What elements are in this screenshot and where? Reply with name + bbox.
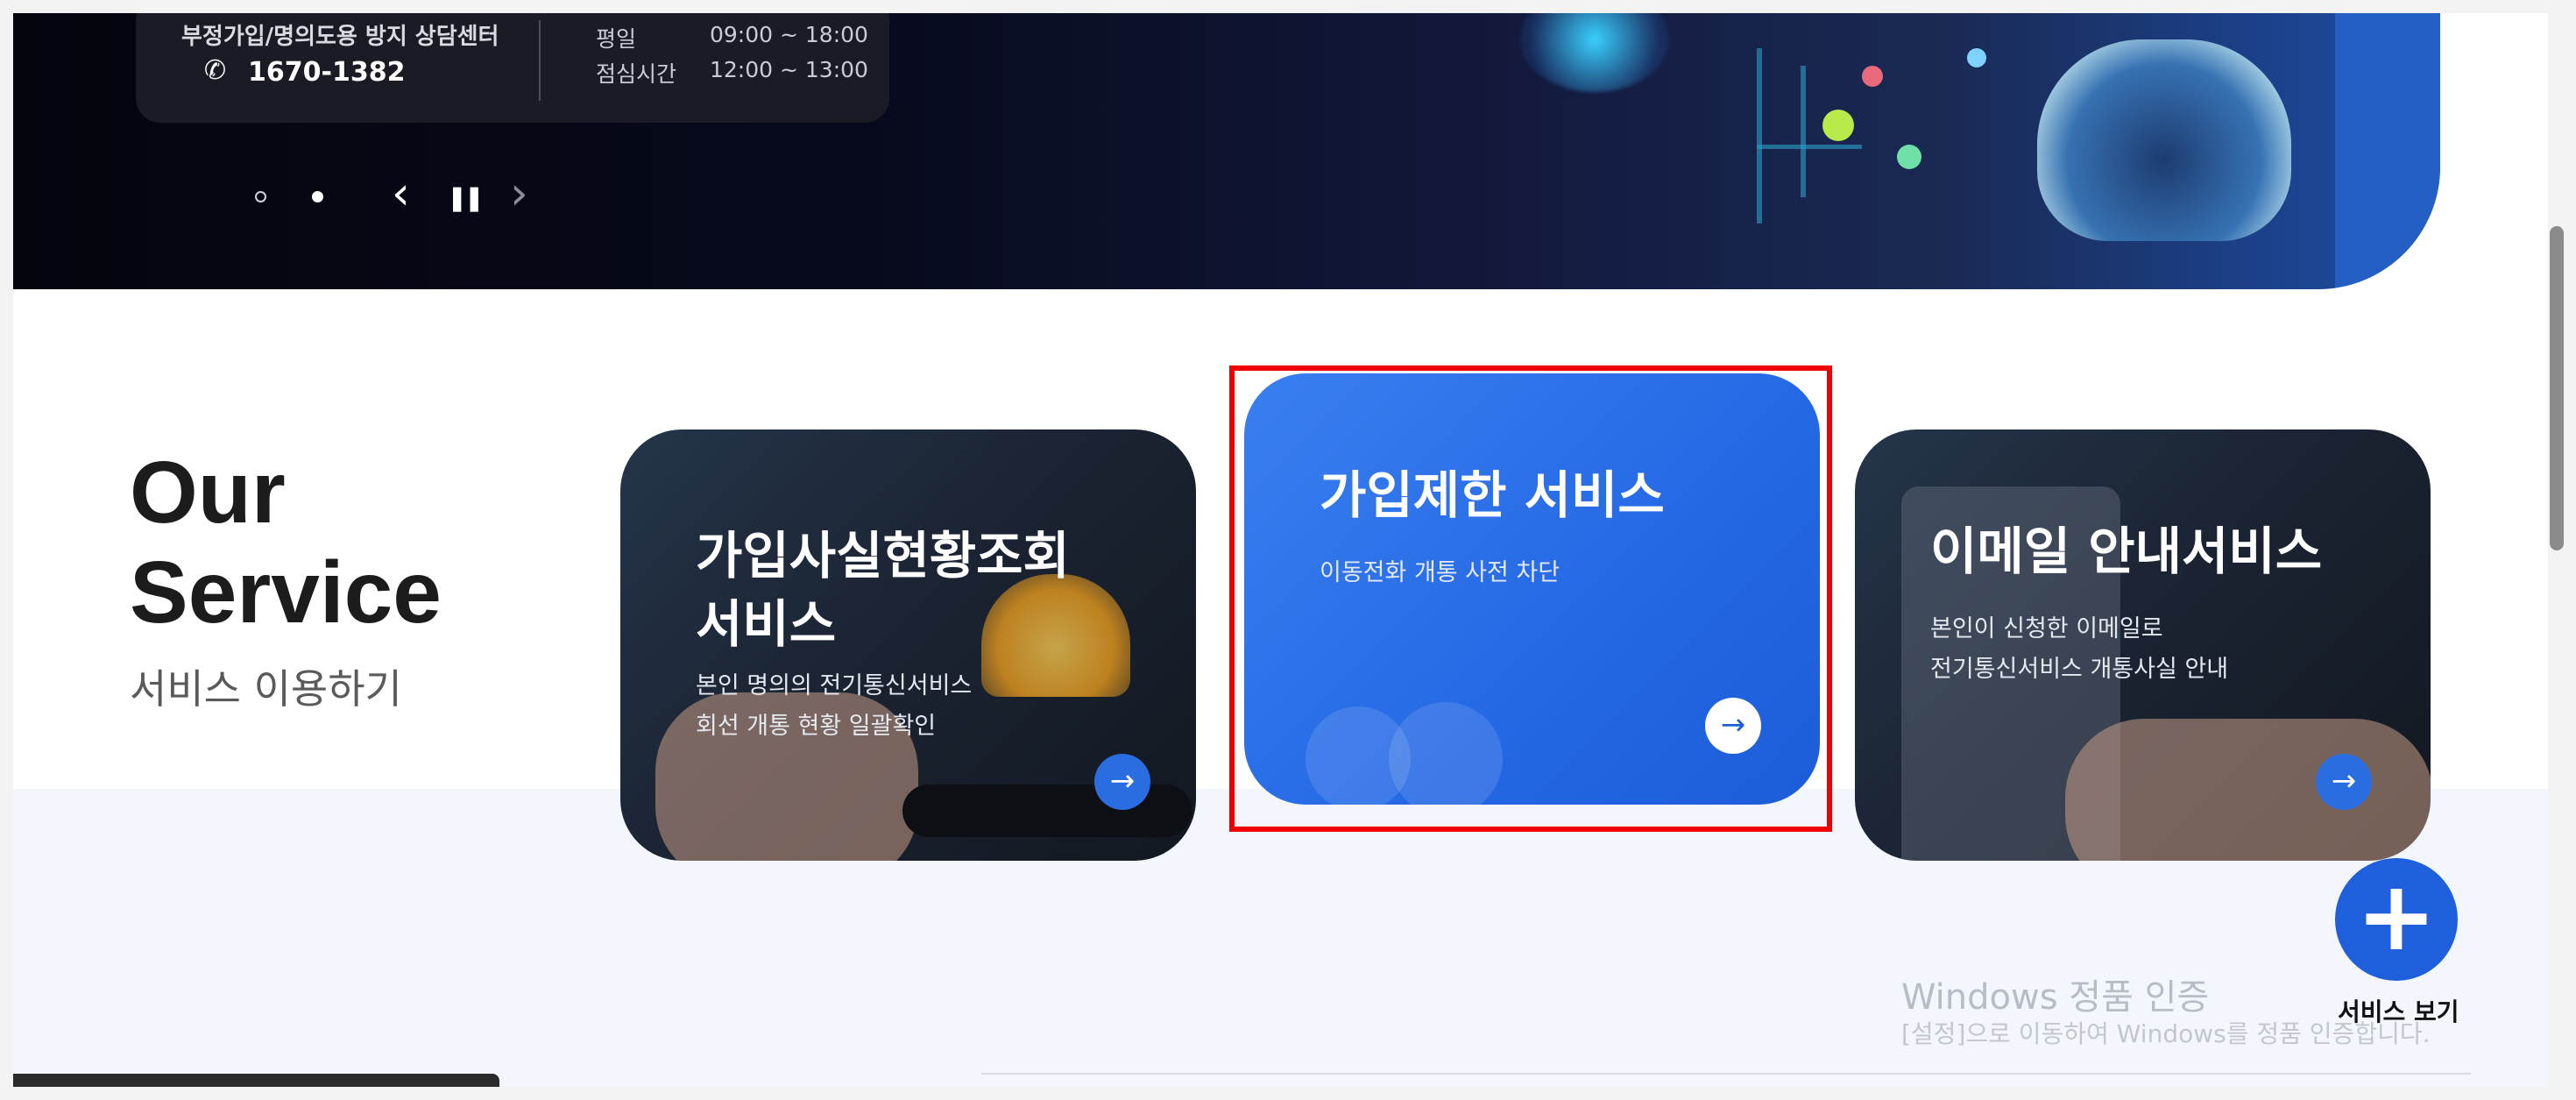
circuit-line	[1757, 145, 1862, 149]
contact-divider	[539, 20, 541, 101]
carousel-next-icon[interactable]: ›	[510, 167, 528, 220]
section-title-line1: Our	[130, 444, 286, 542]
window-frame-bottom	[0, 1087, 2576, 1100]
view-services-button[interactable]: +	[2335, 858, 2458, 981]
weekday-label: 평일	[596, 26, 637, 52]
arrow-right-icon[interactable]: →	[1094, 754, 1150, 810]
section-title: Our Service	[130, 443, 442, 642]
carousel-dot-1[interactable]	[255, 191, 266, 202]
window-frame-left	[0, 0, 13, 1100]
carousel-prev-icon[interactable]: ‹	[392, 167, 410, 220]
card-desc-line1: 본인이 신청한 이메일로	[1930, 615, 2163, 642]
section-subtitle: 서비스 이용하기	[130, 665, 402, 713]
card-desc-line2: 회선 개통 현황 일괄확인	[696, 713, 937, 740]
page: 부정가입/명의도용 방지 상담센터 ✆ 1670-1382 평일 09:00 ~…	[13, 13, 2548, 1087]
card-desc-line1: 본인 명의의 전기통신서비스	[696, 672, 973, 699]
window-frame-top	[0, 0, 2576, 13]
weekday-hours: 09:00 ~ 18:00	[710, 22, 868, 47]
circuit-node	[1897, 145, 1921, 169]
lunch-hours: 12:00 ~ 13:00	[710, 57, 868, 82]
cloud-graphic	[2037, 39, 2291, 241]
card-title: 이메일 안내서비스	[1930, 522, 2323, 581]
hero-banner: 부정가입/명의도용 방지 상담센터 ✆ 1670-1382 평일 09:00 ~…	[13, 13, 2440, 289]
card-title: 가입사실현황조회 서비스	[696, 522, 1070, 658]
footer-divider	[981, 1073, 2471, 1075]
plus-icon: +	[2355, 860, 2438, 972]
phone-icon: ✆	[204, 55, 227, 86]
circuit-line	[1757, 48, 1762, 224]
hero-accent-edge	[2335, 13, 2440, 289]
status-bar-tooltip	[13, 1074, 499, 1087]
carousel-dot-2[interactable]	[312, 191, 323, 202]
circuit-node	[1822, 110, 1854, 141]
windows-activation-text: [설정]으로 이동하여 Windows를 정품 인증합니다.	[1901, 1019, 2431, 1048]
lunch-label: 점심시간	[596, 61, 677, 87]
card-title-line2: 서비스	[696, 594, 837, 654]
carousel-pause-icon[interactable]: ❚❚	[447, 183, 485, 212]
contact-title: 부정가입/명의도용 방지 상담센터	[181, 24, 499, 50]
windows-activation-title: Windows 정품 인증	[1901, 977, 2210, 1018]
section-title-line2: Service	[130, 543, 442, 642]
circuit-node	[1862, 66, 1883, 87]
arrow-right-icon[interactable]: →	[2316, 754, 2372, 810]
hand-graphic	[2065, 719, 2431, 861]
service-card-email-notification[interactable]: 이메일 안내서비스 본인이 신청한 이메일로 전기통신서비스 개통사실 안내 →	[1855, 429, 2431, 861]
card-title-line1: 가입사실현황조회	[696, 526, 1070, 585]
circuit-line	[1801, 66, 1806, 197]
circuit-node	[1967, 48, 1986, 67]
vertical-scrollbar[interactable]	[2548, 13, 2576, 1087]
hero-glow	[1520, 13, 1669, 92]
card-desc-line2: 전기통신서비스 개통사실 안내	[1930, 656, 2229, 683]
contact-panel: 부정가입/명의도용 방지 상담센터 ✆ 1670-1382 평일 09:00 ~…	[136, 13, 889, 123]
service-card-subscription-status[interactable]: 가입사실현황조회 서비스 본인 명의의 전기통신서비스 회선 개통 현황 일괄확…	[620, 429, 1196, 861]
scrollbar-thumb[interactable]	[2550, 226, 2564, 550]
card-description: 본인이 신청한 이메일로 전기통신서비스 개통사실 안내	[1930, 609, 2228, 690]
card-description: 본인 명의의 전기통신서비스 회선 개통 현황 일괄확인	[696, 666, 972, 747]
contact-phone-number[interactable]: 1670-1382	[248, 57, 405, 88]
selection-highlight	[1229, 365, 1832, 832]
